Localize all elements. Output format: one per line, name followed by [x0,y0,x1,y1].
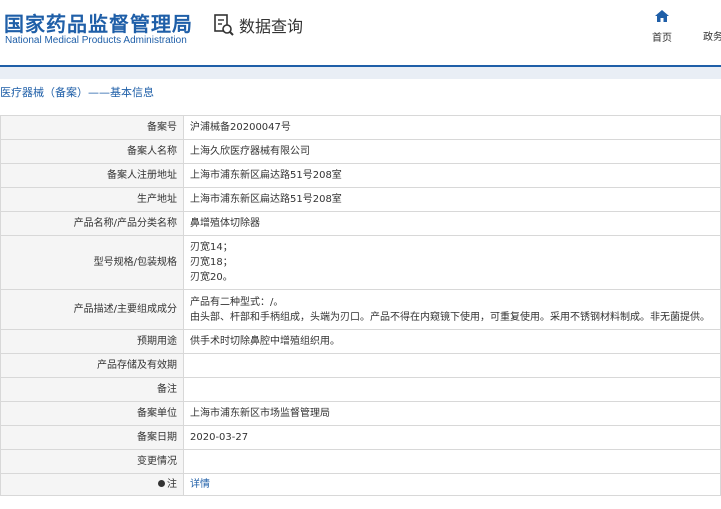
table-row: 备案单位 上海市浦东新区市场监督管理局 [0,401,721,426]
detail-table: 备案号 沪浦械备20200047号 备案人名称 上海久欣医疗器械有限公司 备案人… [0,115,721,496]
row-value: 上海市浦东新区扁达路51号208室 [183,187,721,212]
row-value: 上海市浦东新区扁达路51号208室 [183,163,721,188]
breadcrumb: 医疗器械（备案）——基本信息 [0,86,154,99]
row-label: 产品描述/主要组成成分 [0,289,184,330]
logo-subtitle[interactable]: National Medical Products Administration [5,35,187,46]
spec-line: 刃宽20。 [190,272,233,283]
row-label: 型号规格/包装规格 [0,235,184,290]
table-row: 变更情况 [0,449,721,474]
table-row: 备案日期 2020-03-27 [0,425,721,450]
table-row: 备案人名称 上海久欣医疗器械有限公司 [0,139,721,164]
site-header: 国家药品监督管理局 National Medical Products Admi… [0,0,721,64]
table-row: 生产地址 上海市浦东新区扁达路51号208室 [0,187,721,212]
row-label: 生产地址 [0,187,184,212]
row-value: 上海久欣医疗器械有限公司 [183,139,721,164]
table-row: 备案人注册地址 上海市浦东新区扁达路51号208室 [0,163,721,188]
table-row: 产品存储及有效期 [0,353,721,378]
home-icon [654,8,670,27]
row-label: 备案人名称 [0,139,184,164]
description-line: 产品有二种型式：/。 [190,296,284,308]
logo-title[interactable]: 国家药品监督管理局 [4,8,193,37]
data-query-title: 数据查询 [239,17,304,36]
row-value: 供手术时切除鼻腔中增殖组织用。 [183,329,721,354]
table-row: 注 详情 [0,473,721,496]
spec-line: 刃宽14； [190,242,233,253]
row-value: 上海市浦东新区市场监督管理局 [183,401,721,426]
row-label: 备案人注册地址 [0,163,184,188]
document-search-icon [213,13,235,37]
row-label: 预期用途 [0,329,184,354]
row-value: 刃宽14； 刃宽18； 刃宽20。 [183,235,721,290]
details-link[interactable]: 详情 [190,479,210,490]
row-label: 备案单位 [0,401,184,426]
row-label: 变更情况 [0,449,184,474]
table-row: 备注 [0,377,721,402]
table-row: 产品描述/主要组成成分 产品有二种型式：/。 由头部、杆部和手柄组成，头端为刃口… [0,289,721,330]
data-query-heading: 数据查询 [213,13,303,37]
header-strip [0,67,721,79]
row-label: 备案日期 [0,425,184,450]
row-value: 鼻增殖体切除器 [183,211,721,236]
nav-home[interactable]: 首页 [648,8,676,44]
row-label-note: 注 [0,473,184,496]
row-label: 产品存储及有效期 [0,353,184,378]
table-row: 型号规格/包装规格 刃宽14； 刃宽18； 刃宽20。 [0,235,721,290]
nav-home-label: 首页 [652,33,672,44]
row-value [183,353,721,378]
row-value: 沪浦械备20200047号 [183,115,721,140]
row-label: 产品名称/产品分类名称 [0,211,184,236]
table-row: 产品名称/产品分类名称 鼻增殖体切除器 [0,211,721,236]
row-value: 2020-03-27 [183,425,721,450]
table-row: 备案号 沪浦械备20200047号 [0,115,721,140]
row-value [183,377,721,402]
row-value: 产品有二种型式：/。 由头部、杆部和手柄组成，头端为刃口。产品不得在内窥镜下使用… [183,289,721,330]
pin-icon [158,479,165,487]
note-label: 注 [167,479,177,490]
description-line: 由头部、杆部和手柄组成，头端为刃口。产品不得在内窥镜下使用，可重复使用。采用不锈… [190,311,710,323]
row-label: 备案号 [0,115,184,140]
spec-line: 刃宽18； [190,257,233,268]
row-value: 详情 [183,473,721,496]
nav-policy[interactable]: 政务 [703,28,721,43]
row-label: 备注 [0,377,184,402]
row-value [183,449,721,474]
table-row: 预期用途 供手术时切除鼻腔中增殖组织用。 [0,329,721,354]
